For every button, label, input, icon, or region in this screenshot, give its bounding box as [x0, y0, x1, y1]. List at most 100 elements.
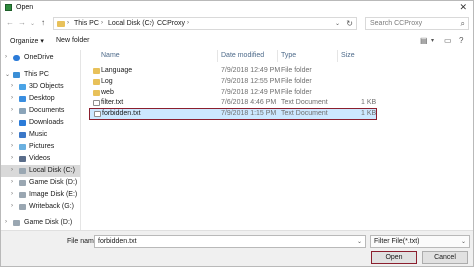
list-item[interactable]: Language 7/9/2018 12:49 PM File folder — [89, 66, 377, 76]
crumb-local-disk[interactable]: Local Disk (C:) — [108, 20, 154, 27]
crumb-this-pc[interactable]: This PC — [74, 20, 99, 27]
nav-label: Game Disk (D:) — [29, 179, 78, 186]
window-title: Open — [16, 4, 34, 11]
title-bar: Open ✕ — [1, 1, 473, 14]
column-divider[interactable] — [337, 50, 338, 62]
collapse-chevron-icon[interactable]: ⌄ — [5, 71, 10, 78]
drive-icon — [13, 220, 20, 226]
crumb-ccproxy[interactable]: CCProxy — [157, 20, 185, 27]
file-name: Language — [101, 67, 133, 74]
new-folder-button[interactable]: New folder — [56, 37, 89, 44]
pictures-icon — [19, 144, 26, 150]
back-arrow-icon[interactable]: ← — [6, 18, 14, 28]
nav-item-this-pc[interactable]: ⌄ This PC — [1, 69, 80, 81]
nav-label: Videos — [29, 155, 51, 162]
file-date: 7/9/2018 12:49 PM — [221, 67, 281, 74]
nav-label: Music — [29, 131, 48, 138]
recent-chevron-icon[interactable]: ⌄ — [30, 19, 35, 29]
folder-icon — [93, 68, 100, 74]
drive-icon — [19, 180, 26, 186]
expand-chevron-icon[interactable]: › — [11, 179, 13, 185]
nav-item-game-disk-d-network[interactable]: › Game Disk (D:) — [1, 217, 80, 229]
file-type: File folder — [281, 67, 312, 74]
expand-chevron-icon[interactable]: › — [11, 167, 13, 173]
column-header-date[interactable]: Date modified — [221, 52, 264, 59]
app-icon — [5, 4, 12, 11]
crumb-separator-icon: › — [67, 20, 69, 26]
file-name-input[interactable]: forbidden.txt ⌄ — [94, 235, 366, 248]
organize-button[interactable]: Organize ▾ — [10, 37, 44, 45]
download-icon — [19, 120, 26, 126]
file-type: File folder — [281, 89, 312, 96]
nav-item-desktop[interactable]: › Desktop — [1, 93, 80, 105]
list-item[interactable]: filter.txt 7/6/2018 4:46 PM Text Documen… — [89, 98, 377, 108]
open-button[interactable]: Open — [371, 251, 417, 264]
column-header-name[interactable]: Name — [101, 52, 120, 59]
expand-chevron-icon[interactable]: › — [11, 131, 13, 137]
preview-pane-icon[interactable]: ▭ — [444, 36, 452, 45]
expand-chevron-icon[interactable]: › — [5, 54, 7, 60]
expand-chevron-icon[interactable]: › — [11, 191, 13, 197]
address-dropdown-icon[interactable]: ⌄ — [335, 20, 340, 27]
search-input[interactable]: Search CCProxy ⌕ — [365, 17, 469, 30]
list-item-selected[interactable]: forbidden.txt 7/9/2018 1:15 PM Text Docu… — [89, 108, 377, 120]
expand-chevron-icon[interactable]: › — [11, 83, 13, 89]
cancel-button[interactable]: Cancel — [422, 251, 468, 264]
nav-item-music[interactable]: › Music — [1, 129, 80, 141]
toolbar: Organize ▾ New folder ▤ ▾ ▭ ? — [1, 34, 473, 48]
view-options-icon[interactable]: ▤ — [420, 36, 428, 45]
expand-chevron-icon[interactable]: › — [5, 219, 7, 225]
expand-chevron-icon[interactable]: › — [11, 155, 13, 161]
expand-chevron-icon[interactable]: › — [11, 143, 13, 149]
file-date: 7/9/2018 1:15 PM — [221, 110, 277, 117]
nav-label: Documents — [29, 107, 65, 114]
nav-item-3d-objects[interactable]: › 3D Objects — [1, 81, 80, 93]
cube-icon — [19, 84, 26, 90]
file-type-filter[interactable]: Filter File(*.txt) ⌄ — [370, 235, 470, 248]
drive-icon — [19, 168, 26, 174]
nav-item-pictures[interactable]: › Pictures — [1, 141, 80, 153]
nav-item-documents[interactable]: › Documents — [1, 105, 80, 117]
up-arrow-icon[interactable]: ↑ — [41, 18, 45, 28]
column-divider[interactable] — [277, 50, 278, 62]
column-header-size[interactable]: Size — [341, 52, 355, 59]
close-button[interactable]: ✕ — [459, 2, 467, 13]
nav-label: Local Disk (C:) — [29, 167, 75, 174]
expand-chevron-icon[interactable]: › — [11, 203, 13, 209]
chevron-down-icon[interactable]: ⌄ — [357, 238, 362, 245]
nav-item-local-disk-c[interactable]: › Local Disk (C:) — [1, 165, 80, 177]
file-list: Name Date modified Type Size Language 7/… — [85, 50, 473, 230]
column-divider[interactable] — [217, 50, 218, 62]
nav-label: Image Disk (E:) — [29, 191, 78, 198]
file-name: forbidden.txt — [102, 110, 141, 117]
nav-item-downloads[interactable]: › Downloads — [1, 117, 80, 129]
desktop-icon — [19, 96, 26, 102]
refresh-icon[interactable]: ↻ — [346, 19, 353, 28]
crumb-separator-icon: › — [187, 20, 189, 26]
expand-chevron-icon[interactable]: › — [11, 107, 13, 113]
crumb-separator-icon: › — [150, 20, 152, 26]
drive-icon — [19, 192, 26, 198]
folder-icon — [57, 21, 65, 27]
nav-label: Writeback (G:) — [29, 203, 74, 210]
nav-item-game-disk-d[interactable]: › Game Disk (D:) — [1, 177, 80, 189]
nav-item-writeback-g[interactable]: › Writeback (G:) — [1, 201, 80, 213]
nav-item-image-disk-e[interactable]: › Image Disk (E:) — [1, 189, 80, 201]
address-bar[interactable]: › This PC › Local Disk (C:) › CCProxy › … — [53, 17, 357, 30]
address-row: ← → ⌄ ↑ › This PC › Local Disk (C:) › CC… — [1, 15, 473, 32]
column-header-type[interactable]: Type — [281, 52, 296, 59]
crumb-separator-icon: › — [101, 20, 103, 26]
list-item[interactable]: web 7/9/2018 12:49 PM File folder — [89, 88, 377, 98]
file-name: web — [101, 89, 114, 96]
list-item[interactable]: Log 7/9/2018 12:55 PM File folder — [89, 77, 377, 87]
forward-arrow-icon[interactable]: → — [18, 18, 26, 28]
help-icon[interactable]: ? — [459, 36, 463, 45]
file-date: 7/9/2018 12:49 PM — [221, 89, 281, 96]
nav-item-onedrive[interactable]: › OneDrive — [1, 52, 80, 64]
file-name-value: forbidden.txt — [98, 238, 137, 245]
nav-item-videos[interactable]: › Videos — [1, 153, 80, 165]
view-dropdown-icon[interactable]: ▾ — [431, 37, 434, 44]
expand-chevron-icon[interactable]: › — [11, 95, 13, 101]
chevron-down-icon[interactable]: ⌄ — [461, 238, 466, 245]
expand-chevron-icon[interactable]: › — [11, 119, 13, 125]
